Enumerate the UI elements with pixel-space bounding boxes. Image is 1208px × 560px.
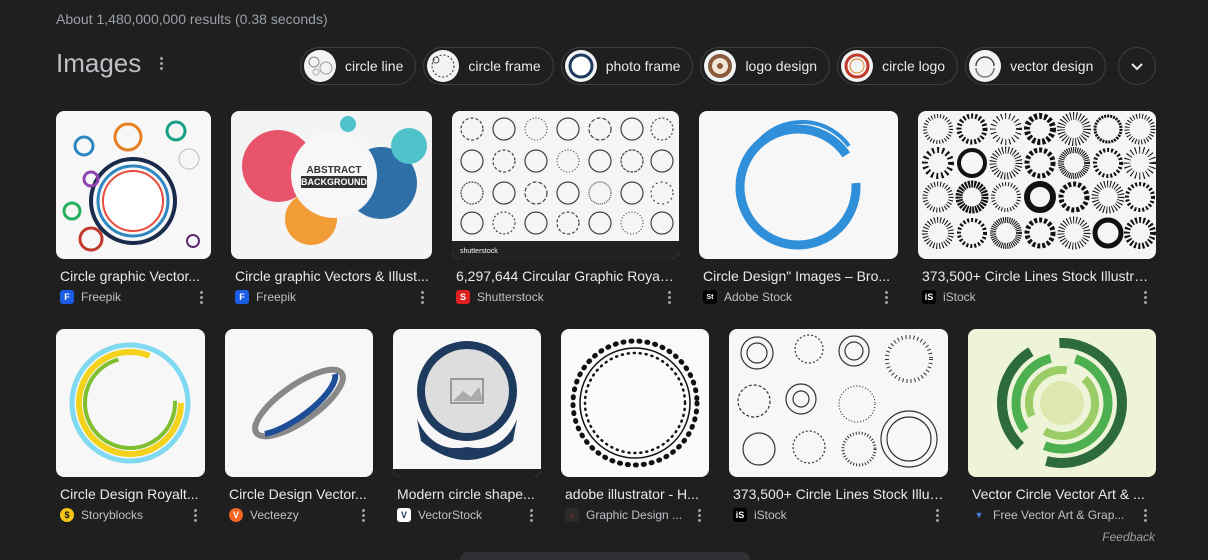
more-options-icon[interactable]	[190, 509, 200, 522]
badge-text-line1: ABSTRACT	[307, 165, 362, 176]
image-title[interactable]: 373,500+ Circle Lines Stock Illus...	[733, 486, 945, 502]
feedback-link[interactable]: Feedback	[1102, 530, 1155, 544]
image-title[interactable]: Circle graphic Vector...	[60, 268, 208, 284]
image-thumbnail[interactable]	[56, 111, 211, 259]
image-source[interactable]: V VectorStock	[397, 508, 482, 522]
image-result-card[interactable]: Vector Circle Vector Art & ... ▼ Free Ve…	[968, 329, 1156, 529]
image-result-card[interactable]: Circle Design Vector... V Vecteezy	[225, 329, 373, 529]
chip-label: circle line	[345, 58, 404, 74]
storyblocks-logo-icon: $	[60, 508, 74, 522]
watermark-text: shutterstock	[460, 248, 498, 255]
more-options-icon[interactable]	[1140, 291, 1150, 304]
chip-vector-design[interactable]: vector design	[965, 47, 1107, 85]
results-stats: About 1,480,000,000 results (0.38 second…	[56, 11, 328, 27]
image-thumbnail[interactable]: shutterstock	[452, 111, 679, 259]
image-source[interactable]: St Adobe Stock	[703, 290, 792, 304]
chip-label: logo design	[745, 58, 818, 74]
image-title[interactable]: Circle Design Vector...	[229, 486, 370, 502]
chip-photo-frame[interactable]: photo frame	[560, 47, 694, 85]
freepik-logo-icon: F	[60, 290, 74, 304]
image-thumbnail[interactable]	[56, 329, 205, 477]
image-thumbnail[interactable]	[393, 329, 541, 477]
more-options-icon[interactable]	[932, 509, 942, 522]
shutterstock-logo-icon: S	[456, 290, 470, 304]
more-options-icon[interactable]	[881, 291, 891, 304]
image-title[interactable]: 6,297,644 Circular Graphic Royalt...	[456, 268, 676, 284]
image-source[interactable]: V Vecteezy	[229, 508, 299, 522]
image-result-card[interactable]: shutterstock 6,297,644 Circular Graphic …	[452, 111, 679, 311]
vectorstock-logo-icon: V	[397, 508, 411, 522]
images-more-options-icon[interactable]	[155, 57, 167, 70]
circle-line-thumb-icon	[304, 50, 336, 82]
more-options-icon[interactable]	[417, 291, 427, 304]
more-options-icon[interactable]	[1140, 509, 1150, 522]
istock-logo-icon: iS	[733, 508, 747, 522]
chip-label: circle logo	[882, 58, 946, 74]
image-title[interactable]: 373,500+ Circle Lines Stock Illustra...	[922, 268, 1153, 284]
adobe-stock-logo-icon: St	[703, 290, 717, 304]
image-result-card[interactable]: Circle Design Royalt... $ Storyblocks	[56, 329, 205, 529]
image-source[interactable]: S Shutterstock	[456, 290, 544, 304]
image-result-card[interactable]: 373,500+ Circle Lines Stock Illustra... …	[918, 111, 1156, 311]
vector-design-thumb-icon	[969, 50, 1002, 82]
more-options-icon[interactable]	[196, 291, 206, 304]
image-title[interactable]: Circle Design" Images – Bro...	[703, 268, 895, 284]
chevron-down-icon[interactable]	[1118, 47, 1156, 85]
circle-logo-thumb-icon	[841, 50, 874, 82]
vecteezy-logo-icon: V	[229, 508, 243, 522]
image-title[interactable]: Circle Design Royalt...	[60, 486, 202, 502]
image-title[interactable]: Modern circle shape...	[397, 486, 538, 502]
image-thumbnail[interactable]: ABSTRACT BACKGROUND	[231, 111, 432, 259]
more-options-icon[interactable]	[664, 291, 674, 304]
chip-circle-line[interactable]: circle line	[300, 47, 417, 85]
chip-label: vector design	[1010, 58, 1094, 74]
image-title[interactable]: Circle graphic Vectors & Illust...	[235, 268, 429, 284]
bottom-panel-edge	[460, 552, 750, 560]
image-source[interactable]: F Freepik	[60, 290, 121, 304]
istock-logo-icon: iS	[922, 290, 936, 304]
image-source[interactable]: iS iStock	[733, 508, 787, 522]
circle-frame-thumb-icon	[427, 50, 460, 82]
image-result-card[interactable]: 373,500+ Circle Lines Stock Illus... iS …	[729, 329, 948, 529]
chip-label: circle frame	[468, 58, 541, 74]
freepik-logo-icon: F	[235, 290, 249, 304]
photo-frame-thumb-icon	[564, 50, 597, 82]
chip-label: photo frame	[605, 58, 681, 74]
image-thumbnail[interactable]	[729, 329, 948, 477]
related-searches-chips: circle line circle frame photo frame log…	[300, 47, 1107, 85]
graphic-design-logo-icon: ○	[565, 508, 579, 522]
image-result-card[interactable]: Circle Design" Images – Bro... St Adobe …	[699, 111, 898, 311]
image-source[interactable]: ○ Graphic Design ...	[565, 508, 682, 522]
image-result-card[interactable]: ABSTRACT BACKGROUND Circle graphic Vecto…	[231, 111, 432, 311]
image-result-card[interactable]: Modern circle shape... V VectorStock	[393, 329, 541, 529]
image-title[interactable]: Vector Circle Vector Art & ...	[972, 486, 1153, 502]
image-thumbnail[interactable]	[699, 111, 898, 259]
chip-logo-design[interactable]: logo design	[700, 47, 831, 85]
more-options-icon[interactable]	[694, 509, 704, 522]
chip-circle-frame[interactable]: circle frame	[423, 47, 554, 85]
free-vector-logo-icon: ▼	[972, 508, 986, 522]
image-thumbnail[interactable]	[918, 111, 1156, 259]
image-thumbnail[interactable]	[225, 329, 373, 477]
badge-text-line2: BACKGROUND	[301, 177, 367, 187]
chip-circle-logo[interactable]: circle logo	[837, 47, 959, 85]
images-section-title: Images	[56, 48, 142, 78]
image-source[interactable]: $ Storyblocks	[60, 508, 143, 522]
image-thumbnail[interactable]	[968, 329, 1156, 477]
image-result-card[interactable]: Circle graphic Vector... F Freepik	[56, 111, 211, 311]
images-header: Images	[56, 48, 167, 79]
logo-design-thumb-icon	[704, 50, 737, 82]
image-source[interactable]: ▼ Free Vector Art & Grap...	[972, 508, 1124, 522]
image-source[interactable]: iS iStock	[922, 290, 976, 304]
image-title[interactable]: adobe illustrator - H...	[565, 486, 706, 502]
image-source[interactable]: F Freepik	[235, 290, 296, 304]
image-result-card[interactable]: adobe illustrator - H... ○ Graphic Desig…	[561, 329, 709, 529]
more-options-icon[interactable]	[358, 509, 368, 522]
more-options-icon[interactable]	[526, 509, 536, 522]
image-thumbnail[interactable]	[561, 329, 709, 477]
